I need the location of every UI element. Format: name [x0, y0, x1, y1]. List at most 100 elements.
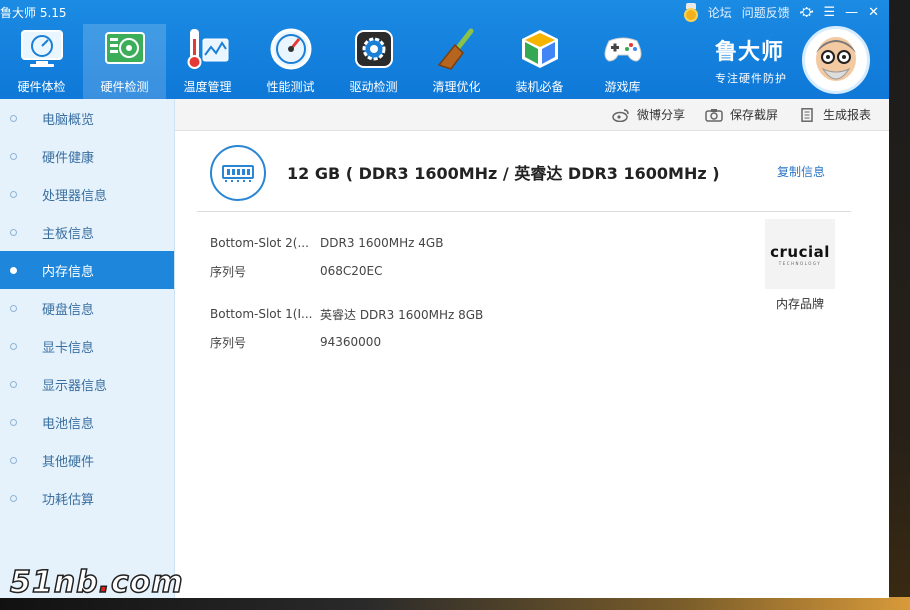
- action-bar: 微博分享 保存截屏 生成报表: [175, 99, 889, 131]
- serial-row: 序列号 068C20EC: [210, 257, 483, 285]
- weibo-share-label: 微博分享: [636, 108, 685, 122]
- skin-icon[interactable]: ⛮: [800, 5, 814, 20]
- cube-icon: [516, 26, 564, 72]
- sidebar-item-power[interactable]: 功耗估算: [0, 479, 174, 517]
- bullet-icon: [10, 266, 17, 274]
- sidebar-item-label: 处理器信息: [42, 188, 108, 204]
- weibo-icon: [612, 108, 630, 122]
- slot-name: Bottom-Slot 1(I...: [210, 307, 313, 321]
- avatar[interactable]: [802, 26, 870, 94]
- main-content: 微博分享 保存截屏 生成报表 12 GB ( DDR3 1600MHz / 英睿…: [175, 99, 889, 598]
- bullet-icon: [10, 418, 17, 426]
- memory-summary-text: 12 GB ( DDR3 1600MHz / 英睿达 DDR3 1600MHz …: [287, 164, 720, 183]
- sidebar-item-battery[interactable]: 电池信息: [0, 403, 174, 441]
- memory-summary: 12 GB ( DDR3 1600MHz / 英睿达 DDR3 1600MHz …: [197, 145, 851, 212]
- save-screenshot-button[interactable]: 保存截屏: [705, 106, 778, 123]
- header-bar: 鲁大师 5.15 论坛 问题反馈 ⛮ ☰ — ✕ 硬件体检 硬件检测 温度管理 …: [0, 0, 889, 99]
- forum-link[interactable]: 论坛: [708, 4, 732, 21]
- memory-details: Bottom-Slot 2(... DDR3 1600MHz 4GB 序列号 0…: [210, 229, 483, 356]
- tool-driver[interactable]: 驱动检测: [332, 24, 415, 99]
- feedback-link[interactable]: 问题反馈: [742, 4, 790, 21]
- sidebar-item-label: 硬盘信息: [42, 302, 95, 318]
- app-title: 鲁大师 5.15: [0, 6, 67, 20]
- generate-report-button[interactable]: 生成报表: [798, 106, 871, 123]
- main-toolbar: 硬件体检 硬件检测 温度管理 性能测试 驱动检测 清理优化 装机必备 游戏库: [0, 24, 664, 99]
- bullet-icon: [10, 380, 17, 388]
- watermark-left: 51nb: [9, 564, 99, 601]
- sidebar-item-label: 显示器信息: [42, 378, 108, 394]
- save-screenshot-label: 保存截屏: [729, 108, 778, 122]
- close-icon[interactable]: ✕: [868, 5, 879, 20]
- memory-brand-logo: crucial TECHNOLOGY: [765, 219, 835, 289]
- sidebar: 电脑概览 硬件健康 处理器信息 主板信息 内存信息 硬盘信息 显卡信息 显示器信…: [0, 99, 175, 598]
- tool-label: 硬件体检: [17, 80, 66, 94]
- bullet-icon: [10, 304, 17, 312]
- memory-brand-label: 内存品牌: [775, 297, 824, 311]
- sidebar-item-other[interactable]: 其他硬件: [0, 441, 174, 479]
- slot-name: Bottom-Slot 2(...: [210, 236, 309, 250]
- brand-block: 鲁大师 专注硬件防护: [715, 34, 787, 86]
- tool-label: 温度管理: [183, 80, 232, 94]
- tool-hardware-detect[interactable]: 硬件检测: [83, 24, 166, 99]
- gamepad-icon: [599, 26, 647, 72]
- slot-spec: 英睿达 DDR3 1600MHz 8GB: [320, 307, 484, 322]
- brand-name: 鲁大师: [715, 40, 785, 65]
- tool-essentials[interactable]: 装机必备: [498, 24, 581, 99]
- tool-cleanup[interactable]: 清理优化: [415, 24, 498, 99]
- serial-row: 序列号 94360000: [210, 328, 483, 356]
- serial-label: 序列号: [210, 264, 247, 279]
- bullet-icon: [10, 190, 17, 198]
- tool-performance[interactable]: 性能测试: [249, 24, 332, 99]
- tool-label: 游戏库: [604, 80, 641, 94]
- tool-label: 清理优化: [432, 80, 481, 94]
- menu-icon[interactable]: ☰: [823, 5, 835, 20]
- sidebar-item-label: 内存信息: [42, 264, 95, 280]
- generate-report-label: 生成报表: [822, 108, 871, 122]
- copy-info-link[interactable]: 复制信息: [777, 163, 825, 180]
- sidebar-item-display[interactable]: 显示器信息: [0, 365, 174, 403]
- brand-logo-text: crucial: [770, 242, 830, 261]
- slot-row: Bottom-Slot 1(I... 英睿达 DDR3 1600MHz 8GB: [210, 300, 483, 328]
- tool-label: 装机必备: [515, 80, 564, 94]
- sidebar-item-gpu[interactable]: 显卡信息: [0, 327, 174, 365]
- bullet-icon: [10, 228, 17, 236]
- sidebar-item-disk[interactable]: 硬盘信息: [0, 289, 174, 327]
- sidebar-item-motherboard[interactable]: 主板信息: [0, 213, 174, 251]
- sidebar-item-memory[interactable]: 内存信息: [0, 251, 174, 289]
- sidebar-item-label: 硬件健康: [42, 150, 95, 166]
- bullet-icon: [10, 494, 17, 502]
- circuit-board-icon: [101, 26, 149, 72]
- tool-temperature[interactable]: 温度管理: [166, 24, 249, 99]
- sidebar-item-label: 显卡信息: [42, 340, 95, 356]
- watermark-right: com: [110, 564, 184, 601]
- report-icon: [798, 107, 816, 122]
- camera-icon: [705, 108, 723, 122]
- sidebar-item-cpu[interactable]: 处理器信息: [0, 175, 174, 213]
- bullet-icon: [10, 152, 17, 160]
- sidebar-item-label: 功耗估算: [42, 492, 95, 508]
- tool-label: 驱动检测: [349, 80, 398, 94]
- tool-label: 性能测试: [266, 80, 315, 94]
- sidebar-item-overview[interactable]: 电脑概览: [0, 99, 174, 137]
- bullet-icon: [10, 456, 17, 464]
- serial-label: 序列号: [210, 335, 247, 350]
- tool-hardware-check[interactable]: 硬件体检: [0, 24, 83, 99]
- broom-icon: [433, 26, 481, 72]
- slot-row: Bottom-Slot 2(... DDR3 1600MHz 4GB: [210, 229, 483, 257]
- tool-games[interactable]: 游戏库: [581, 24, 664, 99]
- serial-value: 94360000: [320, 335, 382, 349]
- minimize-icon[interactable]: —: [845, 5, 858, 20]
- sidebar-item-label: 主板信息: [42, 226, 95, 242]
- medal-icon[interactable]: [683, 3, 698, 22]
- bullet-icon: [10, 114, 17, 122]
- sidebar-item-health[interactable]: 硬件健康: [0, 137, 174, 175]
- sidebar-item-label: 电池信息: [42, 416, 95, 432]
- tool-label: 硬件检测: [100, 80, 149, 94]
- weibo-share-button[interactable]: 微博分享: [612, 106, 685, 123]
- monitor-gauge-icon: [18, 26, 66, 72]
- sidebar-item-label: 电脑概览: [42, 112, 95, 128]
- memory-module-icon: [210, 145, 266, 201]
- watermark-dot: .: [98, 564, 111, 601]
- serial-value: 068C20EC: [320, 264, 383, 278]
